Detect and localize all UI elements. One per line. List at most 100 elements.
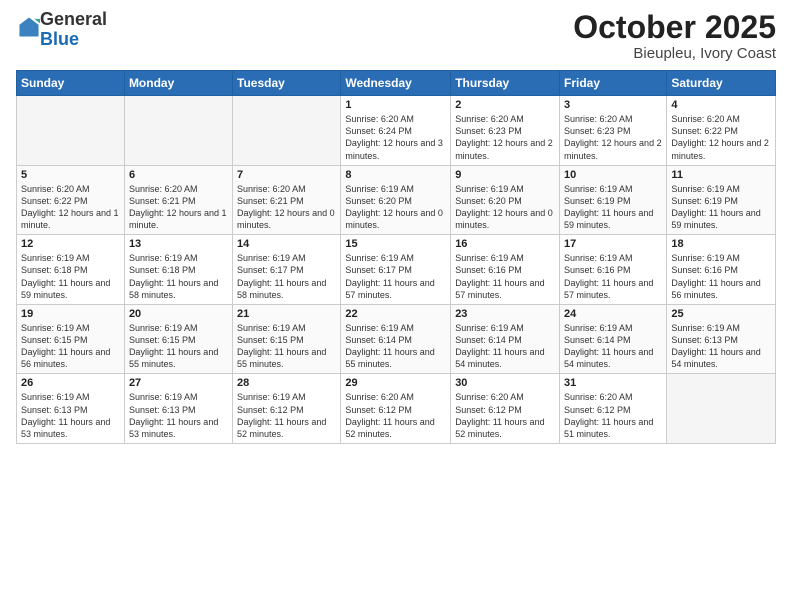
day-info: Sunrise: 6:19 AM Sunset: 6:16 PM Dayligh… — [671, 252, 771, 301]
day-number: 31 — [564, 377, 662, 389]
logo-text: General Blue — [40, 10, 107, 50]
logo-icon — [18, 16, 40, 38]
day-info: Sunrise: 6:20 AM Sunset: 6:23 PM Dayligh… — [564, 113, 662, 162]
calendar-cell: 31Sunrise: 6:20 AM Sunset: 6:12 PM Dayli… — [560, 374, 667, 444]
day-number: 18 — [671, 238, 771, 250]
day-info: Sunrise: 6:20 AM Sunset: 6:23 PM Dayligh… — [455, 113, 555, 162]
calendar-cell: 2 Sunrise: 6:20 AM Sunset: 6:23 PM Daylig… — [451, 96, 560, 166]
calendar-cell: 24Sunrise: 6:19 AM Sunset: 6:14 PM Dayli… — [560, 304, 667, 374]
calendar-cell: 19Sunrise: 6:19 AM Sunset: 6:15 PM Dayli… — [17, 304, 125, 374]
day-info: Sunrise: 6:19 AM Sunset: 6:20 PM Dayligh… — [345, 183, 446, 232]
calendar-title: October 2025 — [573, 10, 776, 45]
day-number: 27 — [129, 377, 228, 389]
day-number: 21 — [237, 308, 336, 320]
day-number: 9 — [455, 169, 555, 181]
weekday-header: Wednesday — [341, 71, 451, 96]
day-number: 22 — [345, 308, 446, 320]
calendar-cell: 21 Sunrise: 6:19 AM Sunset: 6:15 PM Dayli… — [233, 304, 341, 374]
calendar-cell: 7 Sunrise: 6:20 AM Sunset: 6:21 PM Daylig… — [233, 165, 341, 235]
day-number: 11 — [671, 169, 771, 181]
day-number: 25 — [671, 308, 771, 320]
day-number: 1 — [345, 99, 446, 111]
calendar-cell: 28 Sunrise: 6:19 AM Sunset: 6:12 PM Dayli… — [233, 374, 341, 444]
calendar-cell: 13 Sunrise: 6:19 AM Sunset: 6:18 PM Dayli… — [124, 235, 232, 305]
header: General Blue October 2025 Bieupleu, Ivor… — [16, 10, 776, 62]
day-number: 5 — [21, 169, 120, 181]
calendar-cell: 5 Sunrise: 6:20 AM Sunset: 6:22 PM Daylig… — [17, 165, 125, 235]
calendar-week-row: 1 Sunrise: 6:20 AM Sunset: 6:24 PM Daylig… — [17, 96, 776, 166]
day-number: 8 — [345, 169, 446, 181]
day-info: Sunrise: 6:19 AM Sunset: 6:20 PM Dayligh… — [455, 183, 555, 232]
calendar-week-row: 12Sunrise: 6:19 AM Sunset: 6:18 PM Dayli… — [17, 235, 776, 305]
calendar-cell: 14 Sunrise: 6:19 AM Sunset: 6:17 PM Dayli… — [233, 235, 341, 305]
calendar-cell — [124, 96, 232, 166]
day-info: Sunrise: 6:19 AM Sunset: 6:17 PM Dayligh… — [237, 252, 336, 301]
day-info: Sunrise: 6:20 AM Sunset: 6:24 PM Dayligh… — [345, 113, 446, 162]
day-info: Sunrise: 6:19 AM Sunset: 6:16 PM Dayligh… — [564, 252, 662, 301]
day-number: 13 — [129, 238, 228, 250]
logo: General Blue — [16, 10, 107, 50]
day-number: 19 — [21, 308, 120, 320]
calendar-week-row: 19 Sunrise: 6:19 AM Sunset: 6:15 PM Dayli… — [17, 304, 776, 374]
calendar-cell: 22Sunrise: 6:19 AM Sunset: 6:14 PM Dayli… — [341, 304, 451, 374]
day-number: 30 — [455, 377, 555, 389]
page: General Blue October 2025 Bieupleu, Ivor… — [0, 0, 792, 612]
weekday-header: Monday — [124, 71, 232, 96]
calendar-cell: 16 Sunrise: 6:19 AM Sunset: 6:16 PM Dayli… — [451, 235, 560, 305]
day-info: Sunrise: 6:20 AM Sunset: 6:22 PM Dayligh… — [21, 183, 120, 232]
day-info: Sunrise: 6:19 AM Sunset: 6:14 PM Dayligh… — [564, 322, 662, 371]
day-number: 15 — [345, 238, 446, 250]
day-info: Sunrise: 6:20 AM Sunset: 6:12 PM Dayligh… — [455, 391, 555, 440]
day-info: Sunrise: 6:20 AM Sunset: 6:12 PM Dayligh… — [345, 391, 446, 440]
calendar-cell: 4Sunrise: 6:20 AM Sunset: 6:22 PM Daylig… — [667, 96, 776, 166]
calendar-cell: 12Sunrise: 6:19 AM Sunset: 6:18 PM Dayli… — [17, 235, 125, 305]
day-info: Sunrise: 6:19 AM Sunset: 6:18 PM Dayligh… — [129, 252, 228, 301]
day-number: 16 — [455, 238, 555, 250]
day-info: Sunrise: 6:19 AM Sunset: 6:18 PM Dayligh… — [21, 252, 120, 301]
weekday-header: Friday — [560, 71, 667, 96]
day-number: 23 — [455, 308, 555, 320]
calendar-cell: 20 Sunrise: 6:19 AM Sunset: 6:15 PM Dayli… — [124, 304, 232, 374]
day-info: Sunrise: 6:19 AM Sunset: 6:16 PM Dayligh… — [455, 252, 555, 301]
calendar-cell: 11Sunrise: 6:19 AM Sunset: 6:19 PM Dayli… — [667, 165, 776, 235]
calendar-week-row: 26Sunrise: 6:19 AM Sunset: 6:13 PM Dayli… — [17, 374, 776, 444]
calendar-cell — [233, 96, 341, 166]
calendar-cell — [667, 374, 776, 444]
calendar-cell: 26Sunrise: 6:19 AM Sunset: 6:13 PM Dayli… — [17, 374, 125, 444]
calendar-cell: 3 Sunrise: 6:20 AM Sunset: 6:23 PM Daylig… — [560, 96, 667, 166]
day-number: 17 — [564, 238, 662, 250]
calendar-cell — [17, 96, 125, 166]
weekday-header: Sunday — [17, 71, 125, 96]
calendar-cell: 29Sunrise: 6:20 AM Sunset: 6:12 PM Dayli… — [341, 374, 451, 444]
day-number: 2 — [455, 99, 555, 111]
day-info: Sunrise: 6:20 AM Sunset: 6:21 PM Dayligh… — [129, 183, 228, 232]
weekday-header: Thursday — [451, 71, 560, 96]
calendar-cell: 18 Sunrise: 6:19 AM Sunset: 6:16 PM Dayli… — [667, 235, 776, 305]
calendar-subtitle: Bieupleu, Ivory Coast — [573, 45, 776, 62]
logo-blue: Blue — [40, 29, 79, 49]
day-info: Sunrise: 6:19 AM Sunset: 6:12 PM Dayligh… — [237, 391, 336, 440]
day-info: Sunrise: 6:19 AM Sunset: 6:15 PM Dayligh… — [237, 322, 336, 371]
calendar-cell: 27 Sunrise: 6:19 AM Sunset: 6:13 PM Dayli… — [124, 374, 232, 444]
day-info: Sunrise: 6:20 AM Sunset: 6:21 PM Dayligh… — [237, 183, 336, 232]
calendar-cell: 8 Sunrise: 6:19 AM Sunset: 6:20 PM Daylig… — [341, 165, 451, 235]
day-info: Sunrise: 6:19 AM Sunset: 6:15 PM Dayligh… — [129, 322, 228, 371]
calendar-header-row: SundayMondayTuesdayWednesdayThursdayFrid… — [17, 71, 776, 96]
day-number: 28 — [237, 377, 336, 389]
day-info: Sunrise: 6:19 AM Sunset: 6:17 PM Dayligh… — [345, 252, 446, 301]
day-number: 3 — [564, 99, 662, 111]
calendar-cell: 30 Sunrise: 6:20 AM Sunset: 6:12 PM Dayli… — [451, 374, 560, 444]
day-number: 14 — [237, 238, 336, 250]
weekday-header: Tuesday — [233, 71, 341, 96]
day-info: Sunrise: 6:19 AM Sunset: 6:14 PM Dayligh… — [455, 322, 555, 371]
day-number: 20 — [129, 308, 228, 320]
calendar-cell: 10Sunrise: 6:19 AM Sunset: 6:19 PM Dayli… — [560, 165, 667, 235]
calendar-cell: 17 Sunrise: 6:19 AM Sunset: 6:16 PM Dayli… — [560, 235, 667, 305]
day-info: Sunrise: 6:19 AM Sunset: 6:13 PM Dayligh… — [671, 322, 771, 371]
day-number: 7 — [237, 169, 336, 181]
calendar-cell: 15 Sunrise: 6:19 AM Sunset: 6:17 PM Dayli… — [341, 235, 451, 305]
calendar-cell: 25 Sunrise: 6:19 AM Sunset: 6:13 PM Dayli… — [667, 304, 776, 374]
day-info: Sunrise: 6:19 AM Sunset: 6:13 PM Dayligh… — [129, 391, 228, 440]
day-info: Sunrise: 6:19 AM Sunset: 6:19 PM Dayligh… — [564, 183, 662, 232]
calendar-cell: 9 Sunrise: 6:19 AM Sunset: 6:20 PM Daylig… — [451, 165, 560, 235]
